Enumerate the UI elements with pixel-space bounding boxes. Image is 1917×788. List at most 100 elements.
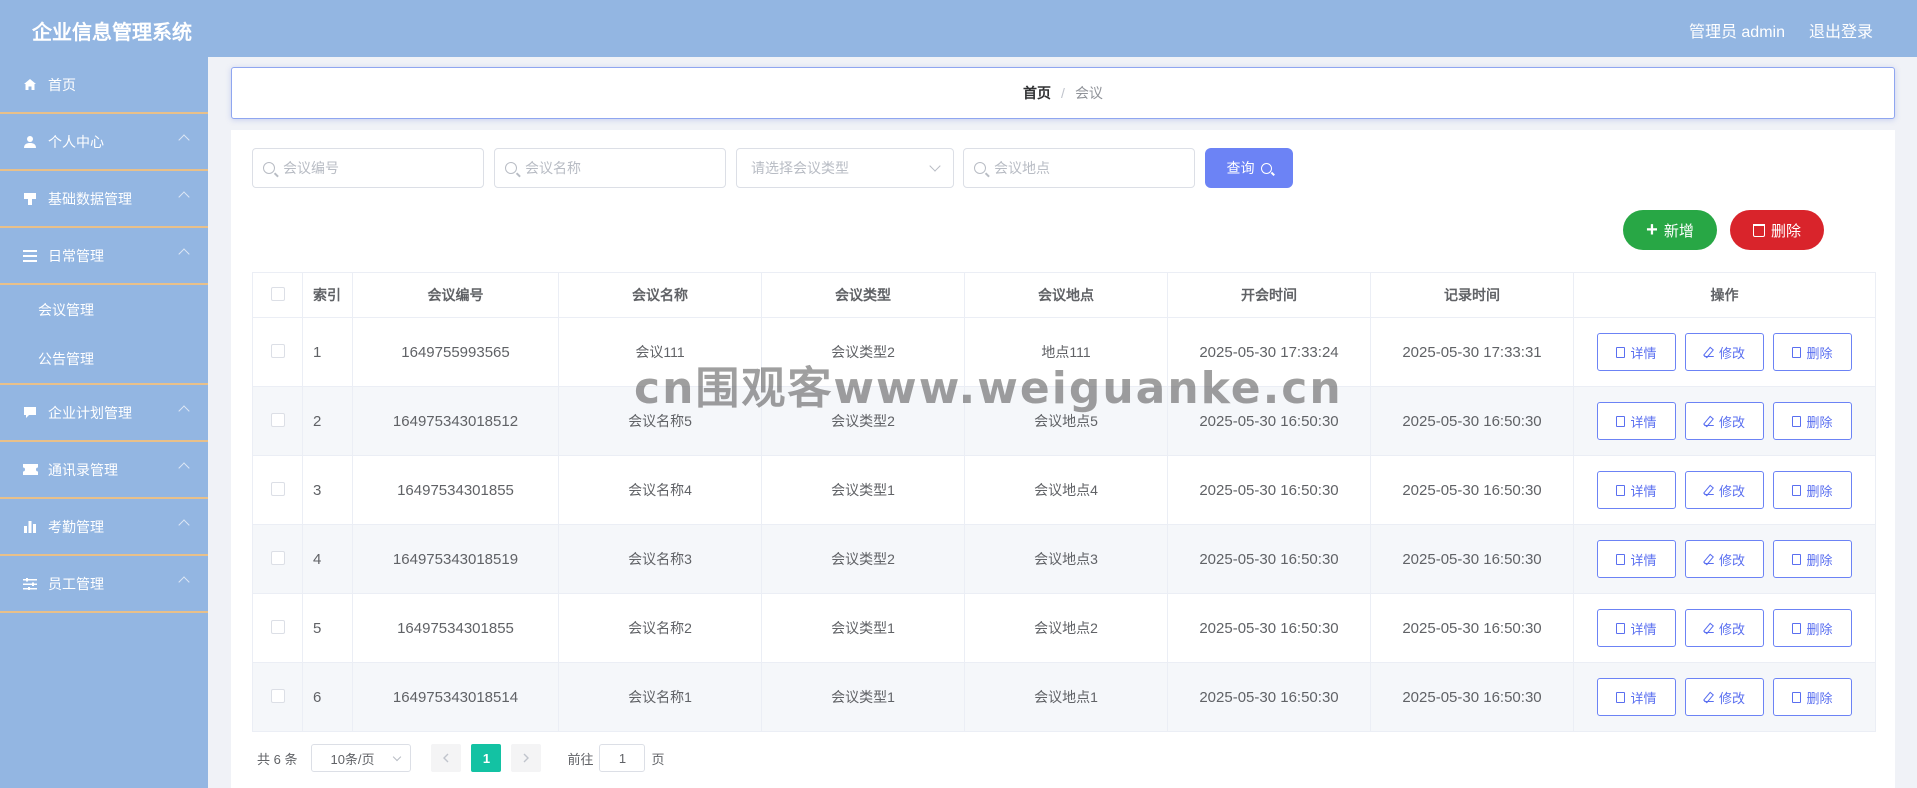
row-checkbox[interactable] — [270, 343, 285, 358]
meeting-number-input[interactable] — [283, 160, 459, 176]
trash-icon — [1792, 622, 1802, 634]
sidebar-subitem-meetings[interactable]: 会议管理 — [0, 285, 208, 335]
pencil-icon — [1703, 623, 1714, 633]
row-select-cell — [252, 317, 303, 387]
detail-button[interactable]: 详情 — [1597, 540, 1676, 578]
cell-name: 会议名称3 — [558, 524, 762, 594]
cell-record-time: 2025-05-30 16:50:30 — [1370, 662, 1574, 732]
detail-button[interactable]: 详情 — [1597, 609, 1676, 647]
edit-label: 修改 — [1718, 345, 1745, 361]
row-checkbox[interactable] — [270, 481, 285, 496]
sidebar-item-label: 员工管理 — [48, 575, 104, 592]
cell-index: 2 — [302, 386, 353, 456]
breadcrumb-separator: / — [1061, 85, 1065, 101]
sidebar-item-label: 企业计划管理 — [48, 404, 132, 421]
column-header: 会议类型 — [761, 272, 965, 318]
meeting-type-select[interactable]: 请选择会议类型 — [736, 148, 954, 188]
cell-location: 会议地点1 — [964, 662, 1168, 732]
cell-number: 164975343018512 — [352, 386, 559, 456]
query-button[interactable]: 查询 — [1205, 148, 1293, 188]
select-all-checkbox[interactable] — [270, 286, 285, 301]
edit-button[interactable]: 修改 — [1685, 471, 1764, 509]
pencil-icon — [1703, 416, 1714, 426]
next-page-button[interactable] — [511, 744, 542, 772]
cell-type: 会议类型1 — [761, 455, 965, 525]
detail-label: 详情 — [1630, 414, 1657, 430]
cell-actions: 详情 修改 删除 — [1573, 317, 1876, 387]
cell-number: 164975343018514 — [352, 662, 559, 732]
header-user-area: 管理员 admin 退出登录 — [1689, 18, 1873, 42]
page-number-current[interactable]: 1 — [471, 744, 502, 772]
meeting-number-search[interactable] — [252, 148, 484, 188]
edit-button[interactable]: 修改 — [1685, 609, 1764, 647]
delete-row-button[interactable]: 删除 — [1773, 678, 1852, 716]
table-row: 1 1649755993565 会议111 会议类型2 地点111 2025-05-30 … — [252, 317, 1876, 387]
detail-button[interactable]: 详情 — [1597, 678, 1676, 716]
sidebar-item-home[interactable]: 首页 — [0, 57, 208, 114]
detail-button[interactable]: 详情 — [1597, 402, 1676, 440]
row-checkbox[interactable] — [270, 412, 285, 427]
sidebar-item-basic-data[interactable]: 基础数据管理 — [0, 171, 208, 228]
cell-location: 会议地点3 — [964, 524, 1168, 594]
goto-page-input[interactable] — [599, 744, 646, 772]
chevron-up-icon — [178, 134, 190, 146]
list-icon — [22, 249, 38, 263]
edit-button[interactable]: 修改 — [1685, 402, 1764, 440]
sidebar-item-daily[interactable]: 日常管理 — [0, 228, 208, 285]
current-user-label[interactable]: 管理员 admin — [1689, 18, 1785, 42]
sidebar-subitem-notices[interactable]: 公告管理 — [0, 335, 208, 385]
cell-meeting-time: 2025-05-30 16:50:30 — [1167, 455, 1371, 525]
sidebar-item-plans[interactable]: 企业计划管理 — [0, 385, 208, 442]
ticket-icon — [22, 463, 38, 477]
cell-name: 会议名称2 — [558, 593, 762, 663]
delete-row-button[interactable]: 删除 — [1773, 540, 1852, 578]
page-size-select[interactable]: 10条/页 — [311, 744, 412, 772]
sidebar-item-profile[interactable]: 个人中心 — [0, 114, 208, 171]
add-button[interactable]: + 新增 — [1623, 210, 1717, 250]
sidebar-item-employees[interactable]: 员工管理 — [0, 556, 208, 613]
detail-label: 详情 — [1630, 552, 1657, 568]
document-icon — [1616, 691, 1626, 703]
meeting-name-search[interactable] — [494, 148, 726, 188]
cell-record-time: 2025-05-30 16:50:30 — [1370, 593, 1574, 663]
delete-row-button[interactable]: 删除 — [1773, 609, 1852, 647]
logout-link[interactable]: 退出登录 — [1809, 18, 1873, 42]
row-select-cell — [252, 455, 303, 525]
cell-name: 会议名称1 — [558, 662, 762, 732]
sidebar-item-attendance[interactable]: 考勤管理 — [0, 499, 208, 556]
sidebar-item-label: 通讯录管理 — [48, 461, 118, 478]
cell-actions: 详情 修改 删除 — [1573, 386, 1876, 456]
table-header-row: 索引 会议编号 会议名称 会议类型 会议地点 开会时间 记录时间 操作 — [252, 272, 1876, 318]
breadcrumb-home[interactable]: 首页 — [1023, 83, 1051, 103]
prev-page-button[interactable] — [431, 744, 462, 772]
chevron-up-icon — [178, 462, 190, 474]
cell-meeting-time: 2025-05-30 16:50:30 — [1167, 524, 1371, 594]
row-checkbox[interactable] — [270, 619, 285, 634]
select-all-cell — [252, 272, 303, 318]
edit-button[interactable]: 修改 — [1685, 333, 1764, 371]
page-size-value: 10条/页 — [330, 751, 375, 767]
chevron-down-icon — [393, 752, 402, 761]
meeting-location-search[interactable] — [963, 148, 1195, 188]
plus-icon: + — [1646, 219, 1658, 241]
delete-row-button[interactable]: 删除 — [1773, 402, 1852, 440]
cell-type: 会议类型2 — [761, 524, 965, 594]
table-row: 5 16497534301855 会议名称2 会议类型1 会议地点2 2025-05-30… — [252, 593, 1876, 663]
delete-row-button[interactable]: 删除 — [1773, 333, 1852, 371]
detail-button[interactable]: 详情 — [1597, 333, 1676, 371]
batch-delete-button[interactable]: 删除 — [1730, 210, 1824, 250]
detail-label: 详情 — [1630, 345, 1657, 361]
delete-row-button[interactable]: 删除 — [1773, 471, 1852, 509]
row-checkbox[interactable] — [270, 688, 285, 703]
detail-button[interactable]: 详情 — [1597, 471, 1676, 509]
pencil-icon — [1703, 485, 1714, 495]
meeting-name-input[interactable] — [525, 160, 701, 176]
stamp-icon — [22, 192, 38, 206]
meeting-location-input[interactable] — [994, 160, 1170, 176]
row-checkbox[interactable] — [270, 550, 285, 565]
sidebar-item-contacts[interactable]: 通讯录管理 — [0, 442, 208, 499]
search-icon — [505, 162, 517, 174]
trash-icon — [1752, 223, 1765, 237]
edit-button[interactable]: 修改 — [1685, 540, 1764, 578]
edit-button[interactable]: 修改 — [1685, 678, 1764, 716]
